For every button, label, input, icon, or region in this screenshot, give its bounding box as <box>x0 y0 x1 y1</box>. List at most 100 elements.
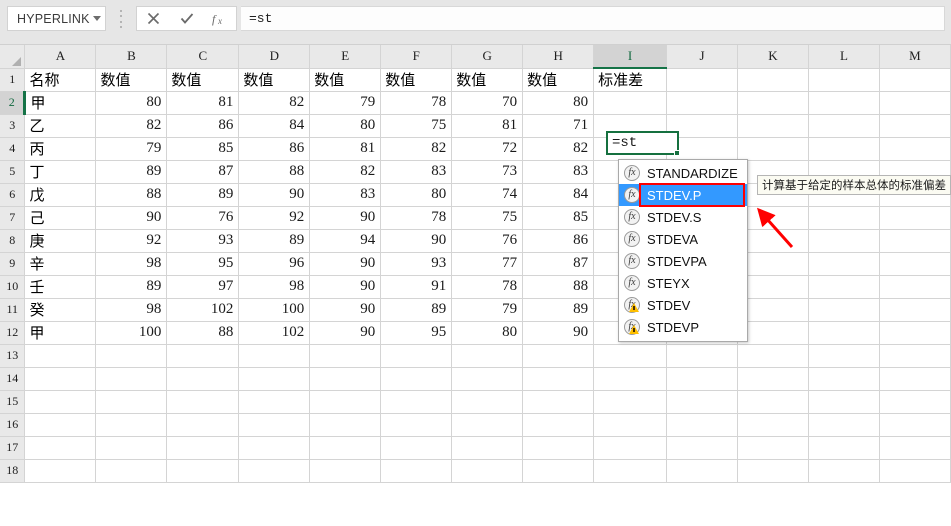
cell-A14[interactable] <box>24 367 97 391</box>
column-header-A[interactable]: A <box>24 45 97 69</box>
cell-M12[interactable] <box>879 321 951 345</box>
cell-J2[interactable] <box>666 91 739 115</box>
row-header-15[interactable]: 15 <box>0 390 26 414</box>
cell-J1[interactable] <box>666 68 739 92</box>
cell-H7[interactable]: 85 <box>522 206 595 230</box>
cell-L1[interactable] <box>808 68 880 92</box>
chevron-down-icon[interactable] <box>90 7 105 30</box>
fill-handle[interactable] <box>674 150 680 156</box>
row-header-5[interactable]: 5 <box>0 160 26 184</box>
cell-A18[interactable] <box>24 459 97 483</box>
cell-D12[interactable]: 102 <box>238 321 311 345</box>
cell-G13[interactable] <box>451 344 524 368</box>
cell-L8[interactable] <box>808 229 880 253</box>
cell-A9[interactable]: 辛 <box>24 252 97 276</box>
cell-F16[interactable] <box>380 413 453 437</box>
cell-I13[interactable] <box>593 344 668 368</box>
column-header-C[interactable]: C <box>166 45 240 69</box>
cell-F17[interactable] <box>380 436 453 460</box>
column-header-F[interactable]: F <box>380 45 453 69</box>
cell-G18[interactable] <box>451 459 524 483</box>
cell-K12[interactable] <box>737 321 809 345</box>
row-header-3[interactable]: 3 <box>0 114 26 138</box>
cell-D2[interactable]: 82 <box>238 91 311 115</box>
cell-D11[interactable]: 100 <box>238 298 311 322</box>
cell-M10[interactable] <box>879 275 951 299</box>
cell-L15[interactable] <box>808 390 880 414</box>
cell-K1[interactable] <box>737 68 809 92</box>
cell-E16[interactable] <box>309 413 382 437</box>
cell-A5[interactable]: 丁 <box>24 160 97 184</box>
cell-D9[interactable]: 96 <box>238 252 311 276</box>
cell-G5[interactable]: 73 <box>451 160 524 184</box>
column-header-B[interactable]: B <box>95 45 168 69</box>
cell-M16[interactable] <box>879 413 951 437</box>
cell-C16[interactable] <box>166 413 240 437</box>
cell-G8[interactable]: 76 <box>451 229 524 253</box>
cell-A6[interactable]: 戊 <box>24 183 97 207</box>
cell-M4[interactable] <box>879 137 951 161</box>
cell-E12[interactable]: 90 <box>309 321 382 345</box>
cell-A15[interactable] <box>24 390 97 414</box>
column-header-E[interactable]: E <box>309 45 382 69</box>
cell-F18[interactable] <box>380 459 453 483</box>
column-header-H[interactable]: H <box>522 45 595 69</box>
cell-F6[interactable]: 80 <box>380 183 453 207</box>
cell-G3[interactable]: 81 <box>451 114 524 138</box>
cell-B8[interactable]: 92 <box>95 229 168 253</box>
cell-F1[interactable]: 数值 <box>380 68 453 92</box>
row-header-16[interactable]: 16 <box>0 413 26 437</box>
row-header-9[interactable]: 9 <box>0 252 26 276</box>
column-header-K[interactable]: K <box>737 45 809 69</box>
cell-B4[interactable]: 79 <box>95 137 168 161</box>
column-header-G[interactable]: G <box>451 45 524 69</box>
cell-F12[interactable]: 95 <box>380 321 453 345</box>
cell-F14[interactable] <box>380 367 453 391</box>
cell-M3[interactable] <box>879 114 951 138</box>
cell-E2[interactable]: 79 <box>309 91 382 115</box>
cell-E13[interactable] <box>309 344 382 368</box>
cell-B14[interactable] <box>95 367 168 391</box>
cell-G11[interactable]: 79 <box>451 298 524 322</box>
cell-H6[interactable]: 84 <box>522 183 595 207</box>
cell-E18[interactable] <box>309 459 382 483</box>
cell-E4[interactable]: 81 <box>309 137 382 161</box>
cell-A2[interactable]: 甲 <box>24 91 97 115</box>
cell-L12[interactable] <box>808 321 880 345</box>
cell-B5[interactable]: 89 <box>95 160 168 184</box>
cell-B10[interactable]: 89 <box>95 275 168 299</box>
active-cell-I2[interactable]: =st <box>606 131 679 155</box>
function-autocomplete-dropdown[interactable]: fx STANDARDIZE fx STDEV.P fx STDEV.S fx STDEVA f… <box>618 159 748 342</box>
column-header-J[interactable]: J <box>666 45 739 69</box>
cell-K8[interactable] <box>737 229 809 253</box>
row-header-17[interactable]: 17 <box>0 436 26 460</box>
cell-A10[interactable]: 壬 <box>24 275 97 299</box>
cell-C10[interactable]: 97 <box>166 275 240 299</box>
cell-A17[interactable] <box>24 436 97 460</box>
row-header-18[interactable]: 18 <box>0 459 26 483</box>
function-option-steyx[interactable]: fx STEYX <box>619 272 747 294</box>
cell-M8[interactable] <box>879 229 951 253</box>
select-all-corner[interactable] <box>0 45 26 69</box>
cell-M7[interactable] <box>879 206 951 230</box>
cell-H1[interactable]: 数值 <box>522 68 595 92</box>
cell-M14[interactable] <box>879 367 951 391</box>
cell-B15[interactable] <box>95 390 168 414</box>
cell-E7[interactable]: 90 <box>309 206 382 230</box>
cell-B7[interactable]: 90 <box>95 206 168 230</box>
cell-L11[interactable] <box>808 298 880 322</box>
cell-K18[interactable] <box>737 459 809 483</box>
cell-C15[interactable] <box>166 390 240 414</box>
cell-B12[interactable]: 100 <box>95 321 168 345</box>
cell-D7[interactable]: 92 <box>238 206 311 230</box>
cell-D3[interactable]: 84 <box>238 114 311 138</box>
cell-G6[interactable]: 74 <box>451 183 524 207</box>
cell-K11[interactable] <box>737 298 809 322</box>
cell-E6[interactable]: 83 <box>309 183 382 207</box>
row-header-14[interactable]: 14 <box>0 367 26 391</box>
cell-M1[interactable] <box>879 68 951 92</box>
cell-E10[interactable]: 90 <box>309 275 382 299</box>
fx-icon[interactable]: f x <box>203 7 236 30</box>
cell-H11[interactable]: 89 <box>522 298 595 322</box>
cell-H13[interactable] <box>522 344 595 368</box>
